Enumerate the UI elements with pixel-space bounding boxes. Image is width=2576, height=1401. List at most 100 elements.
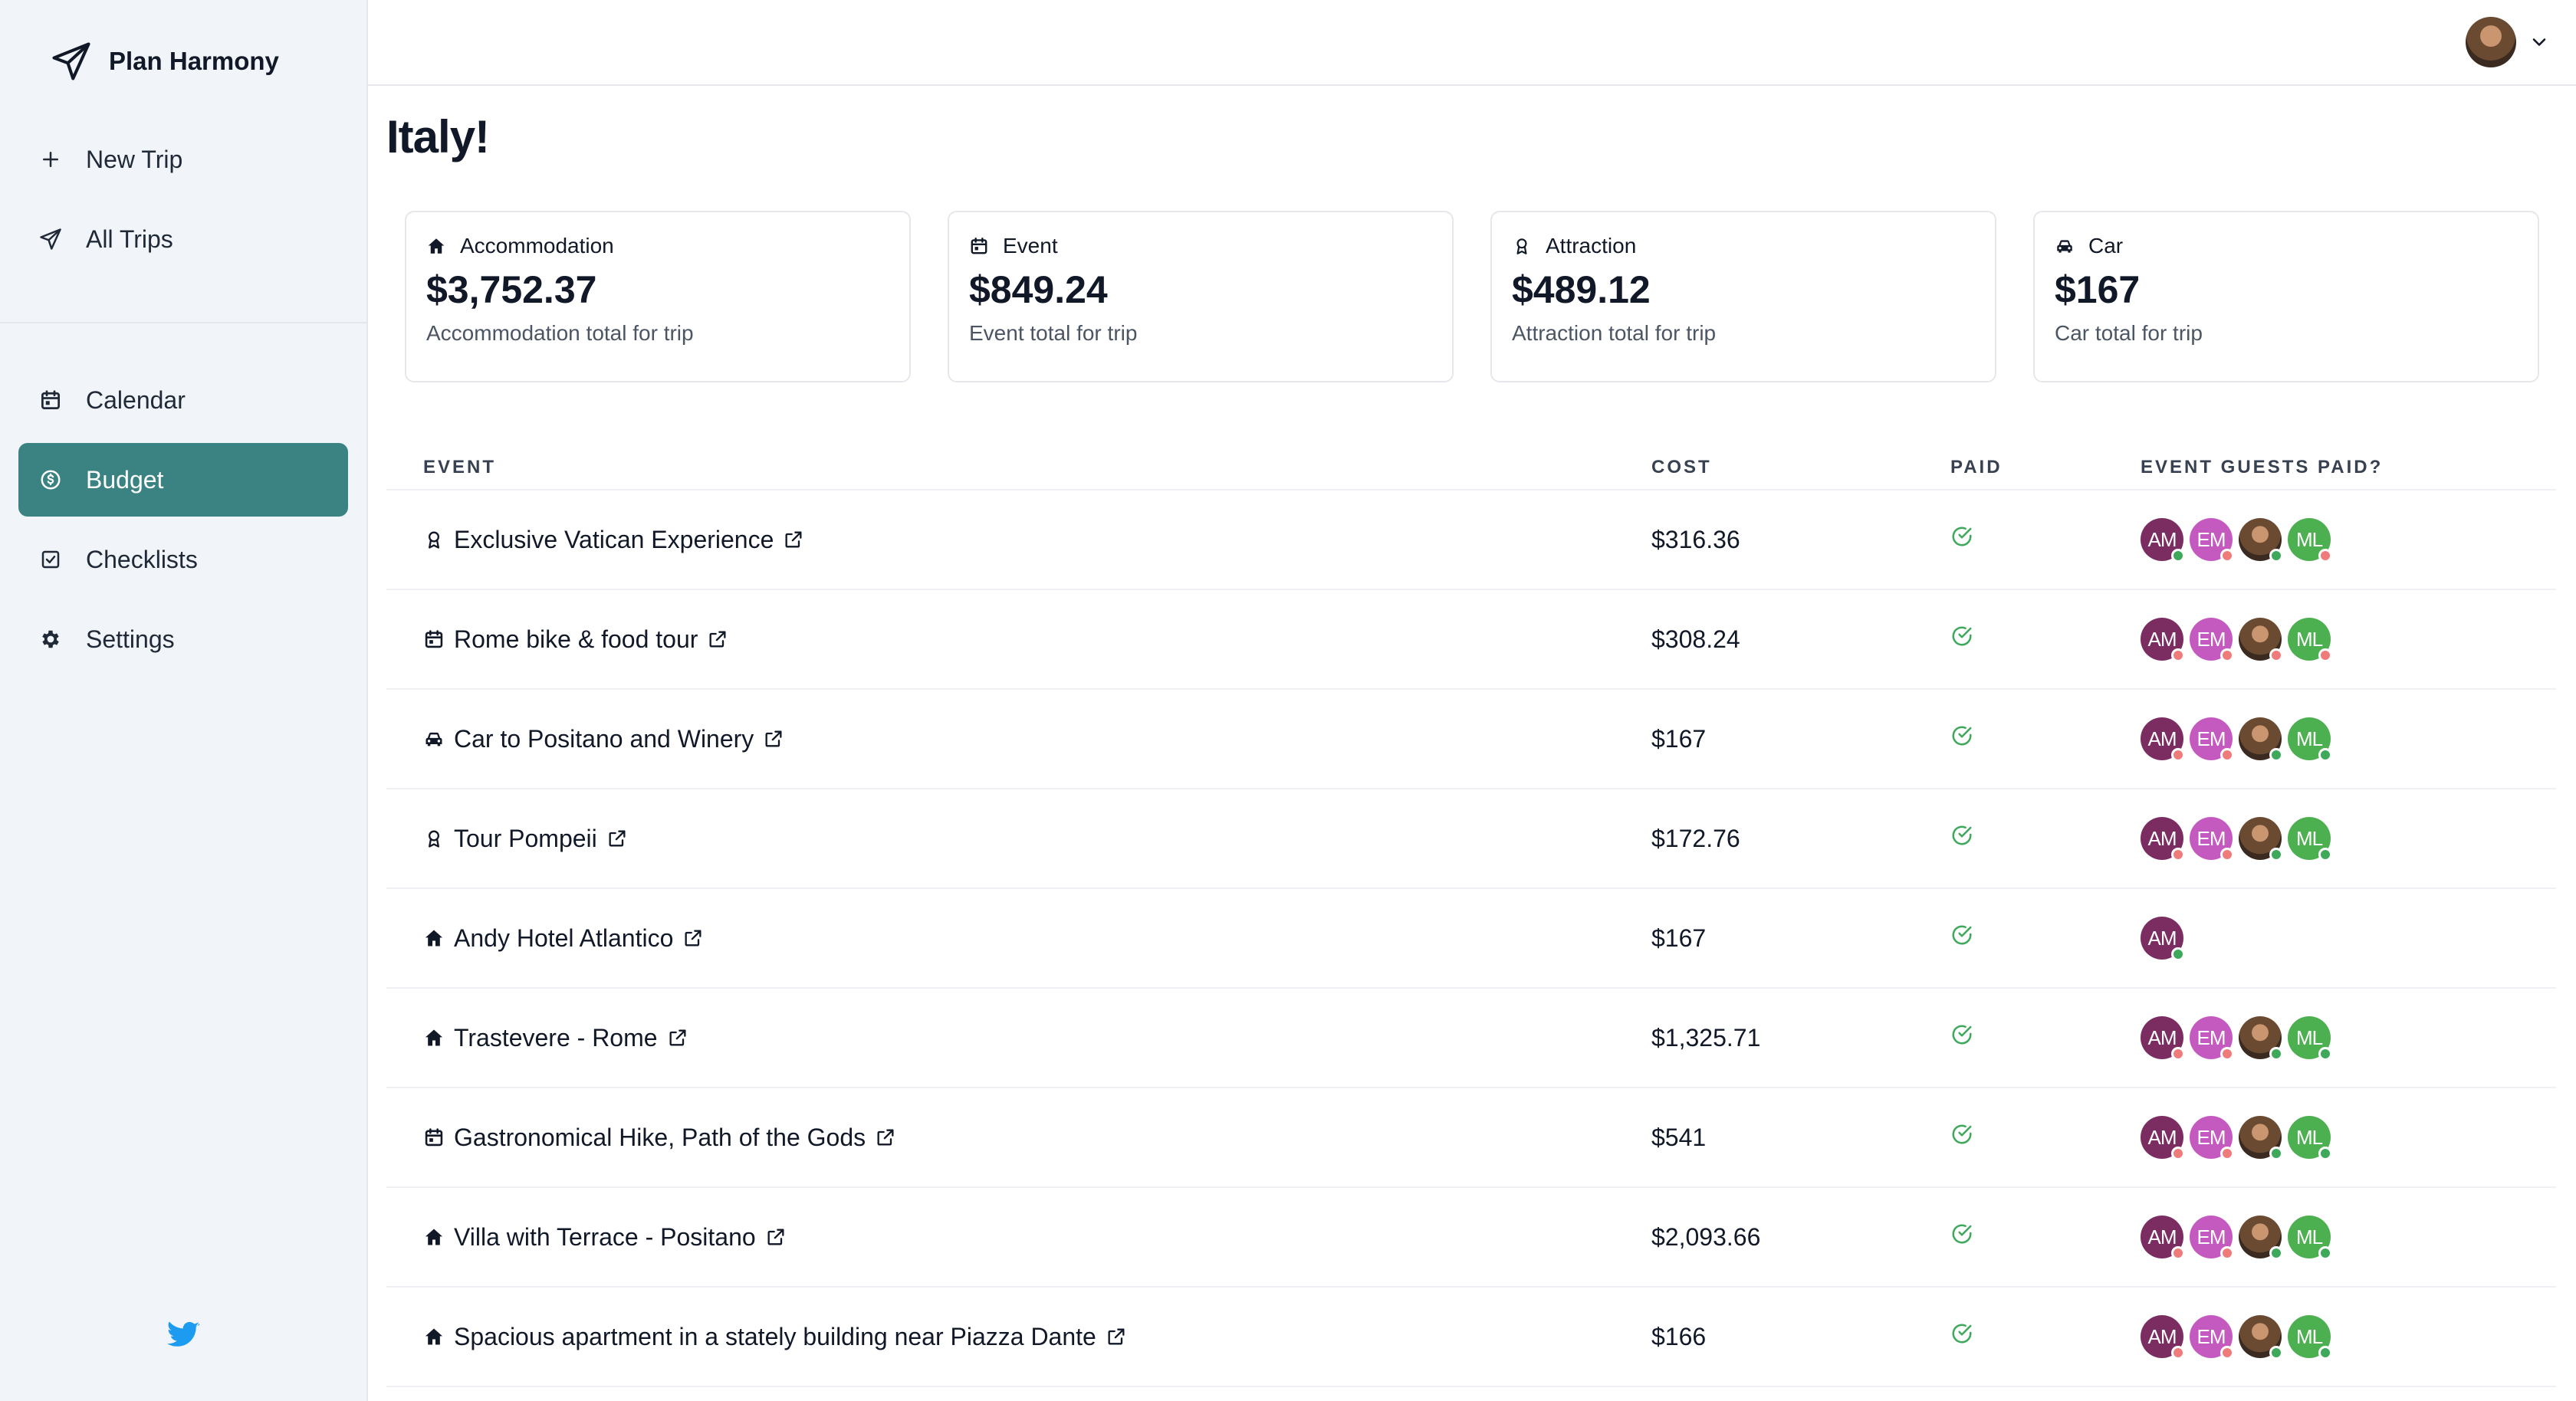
guest-avatar[interactable]: ML (2288, 817, 2332, 861)
house-icon (425, 1029, 443, 1046)
event-name[interactable]: Tour Pompeii (454, 825, 597, 853)
guest-avatar[interactable] (2239, 618, 2283, 662)
guest-initials: ML (2295, 1324, 2323, 1348)
check-circle-icon[interactable] (1950, 724, 1973, 747)
sidebar-item-checklists[interactable]: Checklists (18, 523, 348, 596)
table-row[interactable]: Spacious apartment in a stately building… (386, 1287, 2556, 1387)
guest-avatar[interactable]: ML (2288, 1116, 2332, 1160)
external-link-icon[interactable] (1106, 1326, 1127, 1347)
table-row[interactable]: Andy Hotel Atlantico $167 AM (386, 888, 2556, 989)
event-name[interactable]: Spacious apartment in a stately building… (454, 1323, 1096, 1351)
guest-avatar[interactable] (2239, 1315, 2283, 1360)
plus-icon (43, 152, 58, 167)
guest-initials: ML (2295, 727, 2323, 750)
guest-avatar[interactable]: EM (2190, 1016, 2234, 1061)
guest-avatar[interactable]: ML (2288, 1016, 2332, 1061)
guest-avatar[interactable]: EM (2190, 1216, 2234, 1260)
guest-avatar[interactable] (2239, 1216, 2283, 1260)
external-link-icon[interactable] (707, 628, 728, 650)
guest-avatar[interactable]: AM (2141, 917, 2185, 961)
guest-avatar[interactable] (2239, 1116, 2283, 1160)
guest-avatar[interactable]: ML (2288, 1315, 2332, 1360)
house-icon (425, 1328, 443, 1345)
header-guests[interactable]: EVENT GUESTS PAID? (2141, 445, 2556, 491)
guest-avatar[interactable]: EM (2190, 1315, 2234, 1360)
sidebar-item-calendar[interactable]: Calendar (18, 363, 348, 437)
sidebar-item-all-trips[interactable]: All Trips (18, 202, 348, 276)
table-row[interactable]: Exclusive Vatican Experience $316.36 AM … (386, 490, 2556, 590)
guest-avatar[interactable]: EM (2190, 1116, 2234, 1160)
check-circle-icon[interactable] (1950, 1222, 1973, 1245)
guest-avatar[interactable] (2239, 717, 2283, 762)
guest-avatar[interactable]: AM (2141, 817, 2185, 861)
guest-avatar[interactable] (2239, 518, 2283, 563)
guest-avatar[interactable]: AM (2141, 1016, 2185, 1061)
user-avatar[interactable] (2466, 17, 2516, 67)
sidebar-item-budget[interactable]: Budget (18, 443, 348, 517)
check-circle-icon[interactable] (1950, 1322, 1973, 1345)
guest-initials: AM (2147, 826, 2177, 850)
chevron-down-icon[interactable] (2528, 31, 2550, 53)
brand[interactable]: Plan Harmony (0, 0, 366, 123)
guest-avatar[interactable]: AM (2141, 717, 2185, 762)
table-row[interactable]: Car to Positano and Winery $167 AM EM ML (386, 689, 2556, 789)
check-circle-icon[interactable] (1950, 824, 1973, 847)
header-paid[interactable]: PAID (1950, 445, 2141, 491)
guest-avatar[interactable]: EM (2190, 717, 2234, 762)
external-link-icon[interactable] (783, 529, 804, 550)
guest-avatar[interactable]: EM (2190, 518, 2234, 563)
guest-avatar[interactable] (2239, 817, 2283, 861)
paid-cell (1950, 490, 2141, 590)
calendar-icon (41, 390, 60, 409)
guest-avatar[interactable]: AM (2141, 618, 2185, 662)
calendar-icon (423, 1127, 445, 1148)
external-link-icon[interactable] (606, 828, 628, 849)
guest-paid-status-dot (2269, 648, 2283, 662)
event-name[interactable]: Trastevere - Rome (454, 1024, 658, 1052)
car-icon (426, 732, 442, 746)
summary-cards: Accommodation $3,752.37 Accommodation to… (386, 211, 2556, 382)
table-row[interactable]: Rome bike & food tour $308.24 AM EM ML (386, 589, 2556, 690)
event-name[interactable]: Exclusive Vatican Experience (454, 526, 774, 554)
check-circle-icon[interactable] (1950, 1023, 1973, 1046)
table-row[interactable]: Villa with Terrace - Positano $2,093.66 … (386, 1187, 2556, 1288)
event-name[interactable]: Car to Positano and Winery (454, 725, 754, 753)
sidebar-item-new-trip[interactable]: New Trip (18, 123, 348, 196)
guest-paid-status-dot (2220, 1147, 2234, 1160)
check-circle-icon[interactable] (1950, 1123, 1973, 1146)
external-link-icon[interactable] (875, 1127, 896, 1148)
table-row[interactable]: Tour Pompeii $172.76 AM EM ML (386, 789, 2556, 889)
external-link-icon[interactable] (765, 1226, 787, 1248)
guest-avatar[interactable]: EM (2190, 618, 2234, 662)
event-name[interactable]: Andy Hotel Atlantico (454, 924, 673, 953)
check-circle-icon[interactable] (1950, 924, 1973, 947)
guest-avatar[interactable]: ML (2288, 1216, 2332, 1260)
sidebar-item-settings[interactable]: Settings (18, 602, 348, 676)
check-circle-icon[interactable] (1950, 625, 1973, 648)
guest-avatar[interactable]: ML (2288, 618, 2332, 662)
guest-avatar[interactable]: AM (2141, 518, 2185, 563)
paper-plane-icon (52, 42, 90, 80)
guest-avatar[interactable] (2239, 1016, 2283, 1061)
guest-paid-status-dot (2269, 1346, 2283, 1360)
header-cost[interactable]: COST (1651, 445, 1950, 491)
external-link-icon[interactable] (763, 728, 784, 750)
guest-avatar[interactable]: EM (2190, 817, 2234, 861)
event-cell: Villa with Terrace - Positano (386, 1187, 1651, 1288)
check-circle-icon[interactable] (1950, 525, 1973, 548)
external-link-icon[interactable] (667, 1027, 688, 1048)
guest-avatar[interactable]: AM (2141, 1216, 2185, 1260)
header-event[interactable]: EVENT (386, 445, 1651, 491)
event-name[interactable]: Villa with Terrace - Positano (454, 1223, 756, 1252)
twitter-icon[interactable] (166, 1318, 201, 1353)
table-row[interactable]: Trastevere - Rome $1,325.71 AM EM ML (386, 988, 2556, 1088)
table-row[interactable]: Gastronomical Hike, Path of the Gods $54… (386, 1088, 2556, 1188)
guest-avatar[interactable]: ML (2288, 518, 2332, 563)
guest-avatar[interactable]: AM (2141, 1315, 2185, 1360)
guest-avatar[interactable]: AM (2141, 1116, 2185, 1160)
external-link-icon[interactable] (682, 927, 704, 949)
event-name[interactable]: Gastronomical Hike, Path of the Gods (454, 1124, 866, 1152)
guest-initials: AM (2147, 527, 2177, 551)
guest-avatar[interactable]: ML (2288, 717, 2332, 762)
event-name[interactable]: Rome bike & food tour (454, 625, 698, 654)
